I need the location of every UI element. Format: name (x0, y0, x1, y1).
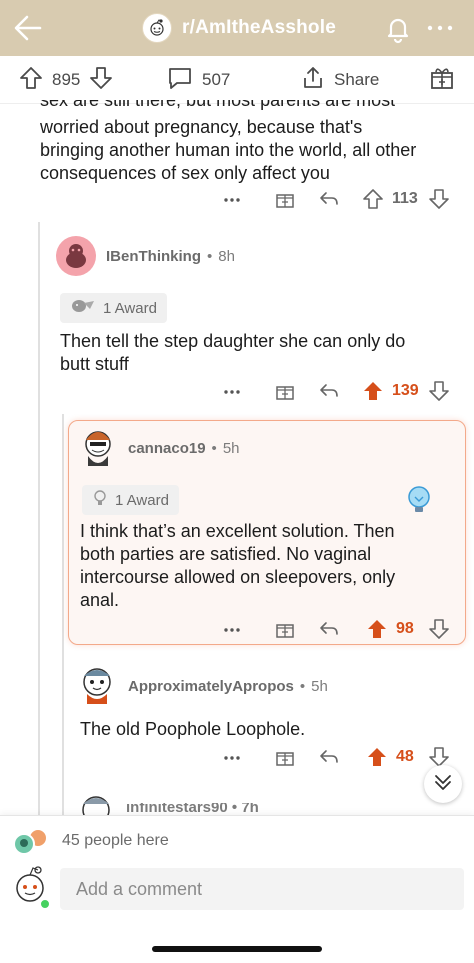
subreddit-title[interactable]: r/AmItheAsshole (142, 12, 336, 44)
comment-action-bar: 98 (222, 616, 462, 644)
share-icon (300, 65, 326, 96)
meta-separator: • (207, 248, 213, 265)
comment-line: intercourse allowed on sleepovers, only (80, 567, 396, 587)
share-label: Share (334, 70, 380, 89)
downvote-arrow-icon[interactable] (428, 380, 450, 402)
next-comment-button[interactable] (424, 765, 462, 803)
upvote-filled-icon[interactable] (366, 746, 388, 768)
avatar[interactable] (76, 662, 118, 706)
upvote-filled-icon[interactable] (362, 380, 384, 402)
post-score: 895 (52, 70, 81, 89)
comment-body: worried about pregnancy, because that's … (40, 116, 416, 185)
comment-line: consequences of sex only affect you (40, 163, 330, 183)
comment-meta: IBenThinking • 8h (106, 248, 235, 265)
comment-count: 507 (202, 70, 231, 89)
reply-icon[interactable] (318, 619, 340, 639)
award-count: 1 Award (115, 491, 169, 509)
app-header: r/AmItheAsshole (0, 0, 474, 56)
lightbulb-award-icon (404, 484, 434, 516)
more-options-icon[interactable] (222, 192, 242, 208)
more-options-icon[interactable] (222, 750, 242, 766)
username-partial: infinitestars90 • 7h (126, 803, 259, 815)
meta-separator: • (299, 678, 306, 695)
downvote-arrow-icon[interactable] (428, 618, 450, 640)
gift-award-icon[interactable] (274, 618, 296, 640)
comment-body: I think that’s an excellent solution. Th… (80, 520, 395, 612)
comment-compose-area: 45 people here Add a comment (0, 815, 474, 963)
comment-score: 113 (392, 190, 418, 207)
upvote-arrow-icon[interactable] (18, 65, 44, 96)
award-badge[interactable]: 1 Award (60, 293, 167, 323)
gift-award-icon[interactable] (274, 746, 296, 768)
gift-award-icon[interactable] (274, 380, 296, 402)
comment-age: 5h (311, 678, 328, 695)
comment-score: 139 (392, 382, 419, 399)
gift-award-icon (428, 64, 456, 97)
comment-line: bringing another human into the world, a… (40, 140, 417, 160)
award-icon (70, 297, 96, 319)
award-badge[interactable]: 1 Award (82, 485, 179, 515)
comment-line: Then tell the step daughter she can only… (60, 331, 406, 351)
comment-score: 48 (396, 748, 414, 765)
downvote-arrow-icon[interactable] (88, 65, 114, 96)
username[interactable]: cannaco19 (128, 440, 206, 457)
username[interactable]: ApproximatelyApropos (128, 678, 294, 695)
avatar[interactable] (78, 426, 118, 470)
comment-body: The old Poophole Loophole. (80, 718, 305, 741)
user-avatar[interactable] (8, 862, 54, 912)
comment-action-bar: 139 (222, 378, 462, 406)
award-count: 1 Award (103, 299, 157, 317)
comment-line: both parties are satisfied. No vaginal (80, 544, 372, 564)
reply-icon[interactable] (318, 747, 340, 767)
share-button[interactable]: Share (300, 66, 379, 94)
clipped-comment-line: sex are still there, but most parents ar… (40, 100, 396, 110)
downvote-arrow-icon[interactable] (428, 188, 450, 210)
more-options-icon[interactable] (424, 18, 456, 38)
thread-line[interactable] (38, 222, 40, 815)
thread-line[interactable] (62, 414, 64, 815)
more-options-icon[interactable] (222, 384, 242, 400)
meta-separator: • (211, 440, 217, 457)
post-comments-button[interactable]: 507 (166, 66, 230, 94)
upvote-filled-icon[interactable] (366, 618, 388, 640)
subreddit-avatar (142, 13, 172, 43)
post-vote-group: 895 (18, 66, 114, 94)
home-indicator (152, 946, 322, 952)
avatar[interactable] (56, 236, 96, 276)
comment-line: worried about pregnancy, because that's (40, 117, 363, 137)
upvote-arrow-icon[interactable] (362, 188, 384, 210)
comment-line: anal. (80, 590, 120, 610)
comment-meta: cannaco19 • 5h (128, 440, 240, 457)
comment-line: I think that’s an excellent solution. Th… (80, 521, 395, 541)
comment-line: butt stuff (60, 354, 129, 374)
post-action-bar: 895 507 Share (0, 56, 474, 104)
comment-body: Then tell the step daughter she can only… (60, 330, 405, 376)
award-button[interactable] (428, 66, 456, 94)
comment-line: The old Poophole Loophole. (80, 719, 306, 739)
comment-score: 98 (396, 620, 414, 637)
add-comment-input[interactable]: Add a comment (60, 868, 464, 910)
comment-meta: ApproximatelyApropos • 5h (128, 678, 328, 695)
comment-action-bar: 113 (222, 186, 462, 214)
avatar[interactable] (76, 790, 116, 815)
comment-bubble-icon (166, 65, 194, 96)
comment-age: 8h (218, 248, 235, 265)
lightbulb-award-icon (92, 489, 108, 511)
people-here-count: 45 people here (62, 832, 169, 849)
reply-icon[interactable] (318, 189, 340, 209)
bell-icon[interactable] (382, 12, 414, 44)
gift-award-icon[interactable] (274, 188, 296, 210)
subreddit-name: r/AmItheAsshole (182, 17, 336, 38)
back-arrow-icon[interactable] (12, 12, 44, 44)
reply-icon[interactable] (318, 381, 340, 401)
double-chevron-down-icon (432, 771, 454, 798)
comment-age: 5h (222, 440, 240, 457)
comment-action-bar: 48 (222, 744, 462, 772)
username[interactable]: IBenThinking (106, 248, 201, 265)
more-options-icon[interactable] (222, 622, 242, 638)
people-here-avatars (10, 828, 50, 856)
